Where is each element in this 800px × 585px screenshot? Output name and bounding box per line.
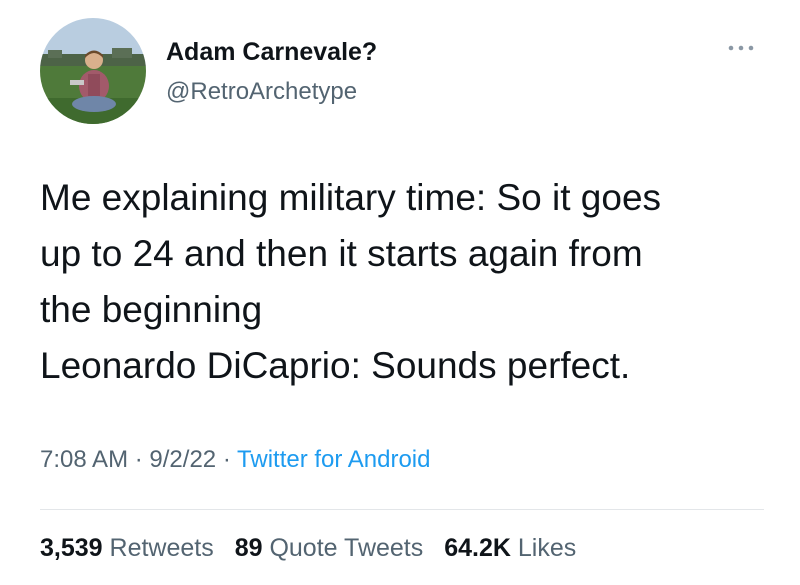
user-handle[interactable]: @RetroArchetype	[166, 78, 357, 106]
tweet-card: Adam Carnevale? @RetroArchetype Me expla…	[0, 0, 800, 585]
retweets-stat[interactable]: 3,539 Retweets	[40, 534, 214, 562]
tweet-text-line: the beginning	[40, 289, 263, 330]
quote-tweets-label: Quote Tweets	[269, 534, 424, 562]
meta-separator: ·	[222, 446, 231, 473]
more-options-icon[interactable]	[722, 40, 762, 56]
quote-tweets-stat[interactable]: 89 Quote Tweets	[235, 534, 424, 562]
tweet-text-line: Leonardo DiCaprio: Sounds perfect.	[40, 345, 631, 386]
profile-photo-icon	[40, 18, 146, 124]
meta-separator: ·	[134, 446, 143, 473]
tweet-meta: 7:08 AM · 9/2/22 · Twitter for Android	[40, 446, 430, 474]
tweet-date[interactable]: 9/2/22	[149, 446, 216, 473]
tweet-text: Me explaining military time: So it goes …	[40, 170, 780, 394]
divider	[40, 509, 764, 510]
tweet-text-line: up to 24 and then it starts again from	[40, 233, 643, 274]
tweet-text-line: Me explaining military time: So it goes	[40, 177, 662, 218]
tweet-time[interactable]: 7:08 AM	[40, 446, 128, 473]
quote-tweets-count: 89	[234, 534, 263, 562]
avatar[interactable]	[40, 18, 146, 124]
likes-label: Likes	[517, 534, 577, 562]
retweets-count: 3,539	[40, 534, 103, 562]
retweets-label: Retweets	[109, 534, 214, 562]
likes-count: 64.2K	[444, 534, 511, 562]
likes-stat[interactable]: 64.2K Likes	[444, 534, 576, 562]
display-name[interactable]: Adam Carnevale?	[166, 38, 377, 67]
engagement-stats: 3,539 Retweets 89 Quote Tweets 64.2K Lik…	[40, 534, 590, 563]
source-link[interactable]: Twitter for Android	[237, 446, 430, 473]
